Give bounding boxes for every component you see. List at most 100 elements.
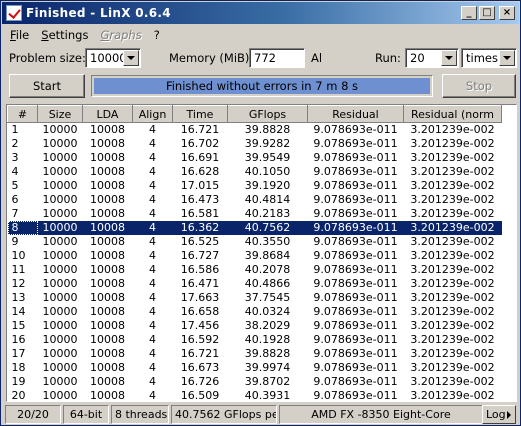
column-header[interactable]: LDA	[82, 105, 133, 123]
table-cell: 9	[11, 235, 19, 248]
table-row[interactable]: 18 10000 10008 4 16.673 39.9974 9.078693e-011 3…	[8, 361, 502, 375]
run-unit-combo[interactable]: times	[461, 48, 517, 68]
status-message: Finished without errors in 7 m 8 s	[94, 78, 430, 94]
window-title: Finished - LinX 0.6.4	[26, 6, 171, 20]
run-count-combo[interactable]: 20	[405, 48, 459, 68]
table-cell: 10008	[90, 249, 125, 262]
memory-input[interactable]: 772	[249, 48, 305, 68]
table-row[interactable]: 14 10000 10008 4 16.658 40.0324 9.078693e-011 3…	[8, 305, 502, 319]
table-row[interactable]: 5 10000 10008 4 17.015 39.1920 9.078693e-011 3.…	[8, 179, 502, 193]
table-cell: 10000	[37, 221, 83, 235]
table-row[interactable]: 3 10000 10008 4 16.691 39.9549 9.078693e-011 3.…	[8, 151, 502, 165]
all-memory-button[interactable]: Al	[311, 51, 322, 65]
table-row[interactable]: 10 10000 10008 4 16.727 39.8684 9.078693e-011 3…	[8, 249, 502, 263]
stop-button[interactable]: Stop	[442, 74, 516, 98]
table-cell: 4	[149, 389, 156, 402]
table-cell: 20	[11, 389, 26, 402]
table-cell: 10008	[90, 235, 125, 248]
table-cell: 3.201239e-002	[410, 235, 495, 248]
table-row[interactable]: 17 10000 10008 4 16.721 39.8828 9.078693e-011 3…	[8, 347, 502, 361]
table-cell: 4	[149, 165, 156, 178]
table-cell: 9.078693e-011	[313, 319, 398, 332]
table-cell: 4	[149, 207, 156, 220]
table-row[interactable]: 19 10000 10008 4 16.726 39.8702 9.078693e-011 3…	[8, 375, 502, 389]
table-cell: 3.201239e-002	[410, 333, 495, 346]
table-cell: 9.078693e-011	[307, 221, 404, 235]
table-cell: 16.691	[180, 151, 220, 164]
table-cell: 16	[11, 333, 26, 346]
table-row[interactable]: 7 10000 10008 4 16.581 40.2183 9.078693e-011 3.…	[8, 207, 502, 221]
menu-file[interactable]: File	[4, 28, 35, 42]
column-header[interactable]: GFlops	[227, 105, 308, 123]
problem-size-combo[interactable]: 10000	[85, 48, 141, 68]
close-button[interactable]: ×	[499, 6, 515, 20]
table-cell: 3	[11, 151, 19, 164]
start-button[interactable]: Start	[9, 74, 85, 98]
table-cell: 40.3550	[244, 235, 291, 248]
column-header[interactable]: #	[7, 105, 38, 123]
table-cell: 4	[149, 305, 156, 318]
table-cell: 10000	[42, 249, 78, 262]
table-cell: 14	[11, 305, 26, 318]
table-cell: 39.9549	[244, 151, 291, 164]
maximize-button[interactable]: □	[479, 6, 495, 20]
table-row[interactable]: 12 10000 10008 4 16.471 40.4866 9.078693e-011 3…	[8, 277, 502, 291]
peak-gflops: 40.7562 GFlops peak	[171, 405, 277, 424]
table-cell: 3.201239e-002	[410, 375, 495, 388]
table-cell: 8	[7, 221, 38, 235]
table-cell: 4	[11, 165, 19, 178]
table-cell: 5	[11, 179, 19, 192]
column-header[interactable]: Residual	[307, 105, 404, 123]
table-cell: 17.015	[180, 179, 220, 192]
table-row[interactable]: 15 10000 10008 4 17.456 38.2029 9.078693e-011 3…	[8, 319, 502, 333]
column-header[interactable]: Time	[172, 105, 228, 123]
menu-settings[interactable]: Settings	[35, 28, 94, 42]
table-cell: 4	[149, 249, 156, 262]
table-cell: 3.201239e-002	[410, 277, 495, 290]
table-cell: 10008	[90, 361, 125, 374]
dropdown-arrow-icon[interactable]	[441, 50, 457, 66]
table-cell: 3.201239e-002	[410, 361, 495, 374]
table-cell: 10	[11, 249, 26, 262]
table-row[interactable]: 13 10000 10008 4 17.663 37.7545 9.078693e-011 3…	[8, 291, 502, 305]
table-row[interactable]: 16 10000 10008 4 16.592 40.1928 9.078693e-011 3…	[8, 333, 502, 347]
table-cell: 18	[11, 361, 26, 374]
table-cell: 9.078693e-011	[313, 249, 398, 262]
results-table[interactable]: # Size LDA Align Time GFlops Residual Residual …	[6, 104, 517, 402]
table-cell: 40.2078	[244, 263, 291, 276]
table-row[interactable]: 1 10000 10008 4 16.721 39.8828 9.078693e-011 3.…	[8, 123, 502, 138]
menu-graphs[interactable]: Graphs	[94, 28, 147, 42]
table-cell: 39.1920	[244, 179, 291, 192]
table-row[interactable]: 4 10000 10008 4 16.628 40.1050 9.078693e-011 3.…	[8, 165, 502, 179]
table-cell: 40.4866	[244, 277, 291, 290]
log-button[interactable]: Log	[482, 405, 516, 424]
table-row[interactable]: 8 10000 10008 4 16.362 40.7562 9.078693e-011 3.…	[7, 221, 502, 235]
table-cell: 16.473	[180, 193, 220, 206]
table-cell: 4	[149, 333, 156, 346]
arch-indicator: 64-bit	[63, 405, 109, 424]
column-header[interactable]: Size	[37, 105, 83, 123]
table-row[interactable]: 2 10000 10008 4 16.702 39.9282 9.078693e-011 3.…	[8, 137, 502, 151]
column-header[interactable]: Align	[132, 105, 173, 123]
table-row[interactable]: 9 10000 10008 4 16.525 40.3550 9.078693e-011 3.…	[8, 235, 502, 249]
menu-help[interactable]: ?	[148, 28, 166, 42]
column-header[interactable]: Residual (norm	[403, 105, 502, 123]
minimize-button[interactable]: _	[461, 6, 477, 20]
table-row[interactable]: 11 10000 10008 4 16.586 40.2078 9.078693e-011 3…	[8, 263, 502, 277]
dropdown-arrow-icon[interactable]	[499, 50, 515, 66]
table-cell: 9.078693e-011	[313, 277, 398, 290]
table-cell: 16.721	[180, 123, 220, 136]
table-cell: 9.078693e-011	[313, 305, 398, 318]
table-cell: 10000	[42, 263, 78, 276]
table-cell: 6	[11, 193, 19, 206]
dropdown-arrow-icon[interactable]	[123, 50, 139, 66]
table-cell: 3.201239e-002	[410, 137, 495, 150]
table-cell: 3.201239e-002	[410, 389, 495, 402]
table-cell: 19	[11, 375, 26, 388]
table-row[interactable]: 6 10000 10008 4 16.473 40.4814 9.078693e-011 3.…	[8, 193, 502, 207]
table-cell: 40.3931	[244, 389, 291, 402]
table-row[interactable]: 20 10000 10008 4 16.509 40.3931 9.078693e-011 3…	[8, 389, 502, 402]
table-cell: 3.201239e-002	[410, 305, 495, 318]
title-bar[interactable]: Finished - LinX 0.6.4 _ □ ×	[2, 2, 519, 24]
table-cell: 16.586	[180, 263, 220, 276]
